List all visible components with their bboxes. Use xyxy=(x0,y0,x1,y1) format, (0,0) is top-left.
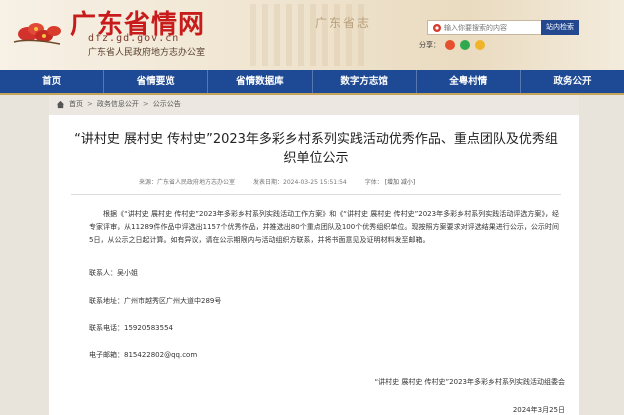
font-size-control[interactable]: [增加 减小] xyxy=(385,179,416,186)
contact-phone: 联系电话：15920583554 xyxy=(89,324,173,332)
site-org: 广东省人民政府地方志办公室 xyxy=(88,48,206,58)
article-date: 发表日期：2024-03-25 15:51:54 xyxy=(253,179,347,186)
right-margin xyxy=(579,95,624,415)
nav-overview[interactable]: 省情要览 xyxy=(104,70,209,93)
font-size-label: 字体： xyxy=(364,179,383,186)
article-panel: “讲村史 展村史 传村史”2023年多彩乡村系列实践活动优秀作品、重点团队及优秀… xyxy=(49,115,579,415)
breadcrumb-home[interactable]: 首页 xyxy=(69,99,83,109)
contact-address: 联系地址：广州市越秀区广州大道中289号 xyxy=(89,297,222,305)
home-icon xyxy=(56,100,65,108)
breadcrumb-separator: > xyxy=(87,100,93,108)
share-label: 分享： xyxy=(419,41,440,49)
search-button[interactable]: 站内检索 xyxy=(541,20,579,35)
contact-person: 联系人：吴小姐 xyxy=(89,269,138,277)
wechat-icon[interactable] xyxy=(460,40,470,50)
meta-divider xyxy=(71,194,561,195)
breadcrumb-separator: > xyxy=(142,100,149,108)
breadcrumb: 首页 > 政务信息公开 > 公示公告 xyxy=(56,99,181,109)
nav-home[interactable]: 首页 xyxy=(0,70,105,93)
nav-database[interactable]: 省情数据库 xyxy=(208,70,313,93)
site-domain: dfz.gd.gov.cn xyxy=(88,33,180,44)
article-body: 根据《“讲村史 展村史 传村史”2023年多彩乡村系列实践活动工作方案》和《“讲… xyxy=(89,210,559,244)
article-title: “讲村史 展村史 传村史”2023年多彩乡村系列实践活动优秀作品、重点团队及优秀… xyxy=(74,132,558,166)
nav-digital-museum[interactable]: 数字方志馆 xyxy=(313,70,417,93)
nav-underline xyxy=(0,93,624,95)
kapok-flower-icon xyxy=(13,23,61,45)
nav-village[interactable]: 全粤村情 xyxy=(417,70,521,93)
contact-email: 电子邮箱：815422802@qq.com xyxy=(89,351,198,359)
breadcrumb-level2[interactable]: 公示公告 xyxy=(153,99,181,109)
share-bar: 分享： xyxy=(419,40,485,50)
search-box[interactable] xyxy=(427,20,542,35)
nav-gov-affairs[interactable]: 政务公开 xyxy=(521,70,624,93)
search-input[interactable] xyxy=(444,22,540,34)
signoff-date: 2024年3月25日 xyxy=(512,406,565,414)
signoff-org: “讲村史 展村史 传村史”2023年多彩乡村系列实践活动组委会 xyxy=(374,378,565,386)
article-source: 来源：广东省人民政府地方志办公室 xyxy=(139,179,236,186)
article-meta: 来源：广东省人民政府地方志办公室 发表日期：2024-03-25 15:51:5… xyxy=(139,177,415,186)
header-stamp: 广东省志 xyxy=(315,16,372,30)
left-margin xyxy=(0,95,49,415)
qzone-icon[interactable] xyxy=(475,40,485,50)
main-nav: 首页 省情要览 省情数据库 数字方志馆 全粤村情 政务公开 xyxy=(0,70,624,93)
search-icon xyxy=(433,24,441,32)
site-header: 广东省志 广东省情网 dfz.gd.gov.cn 广东省人民政府地方志办公室 站… xyxy=(0,0,624,70)
weibo-icon[interactable] xyxy=(445,40,455,50)
breadcrumb-level1[interactable]: 政务信息公开 xyxy=(97,99,139,109)
